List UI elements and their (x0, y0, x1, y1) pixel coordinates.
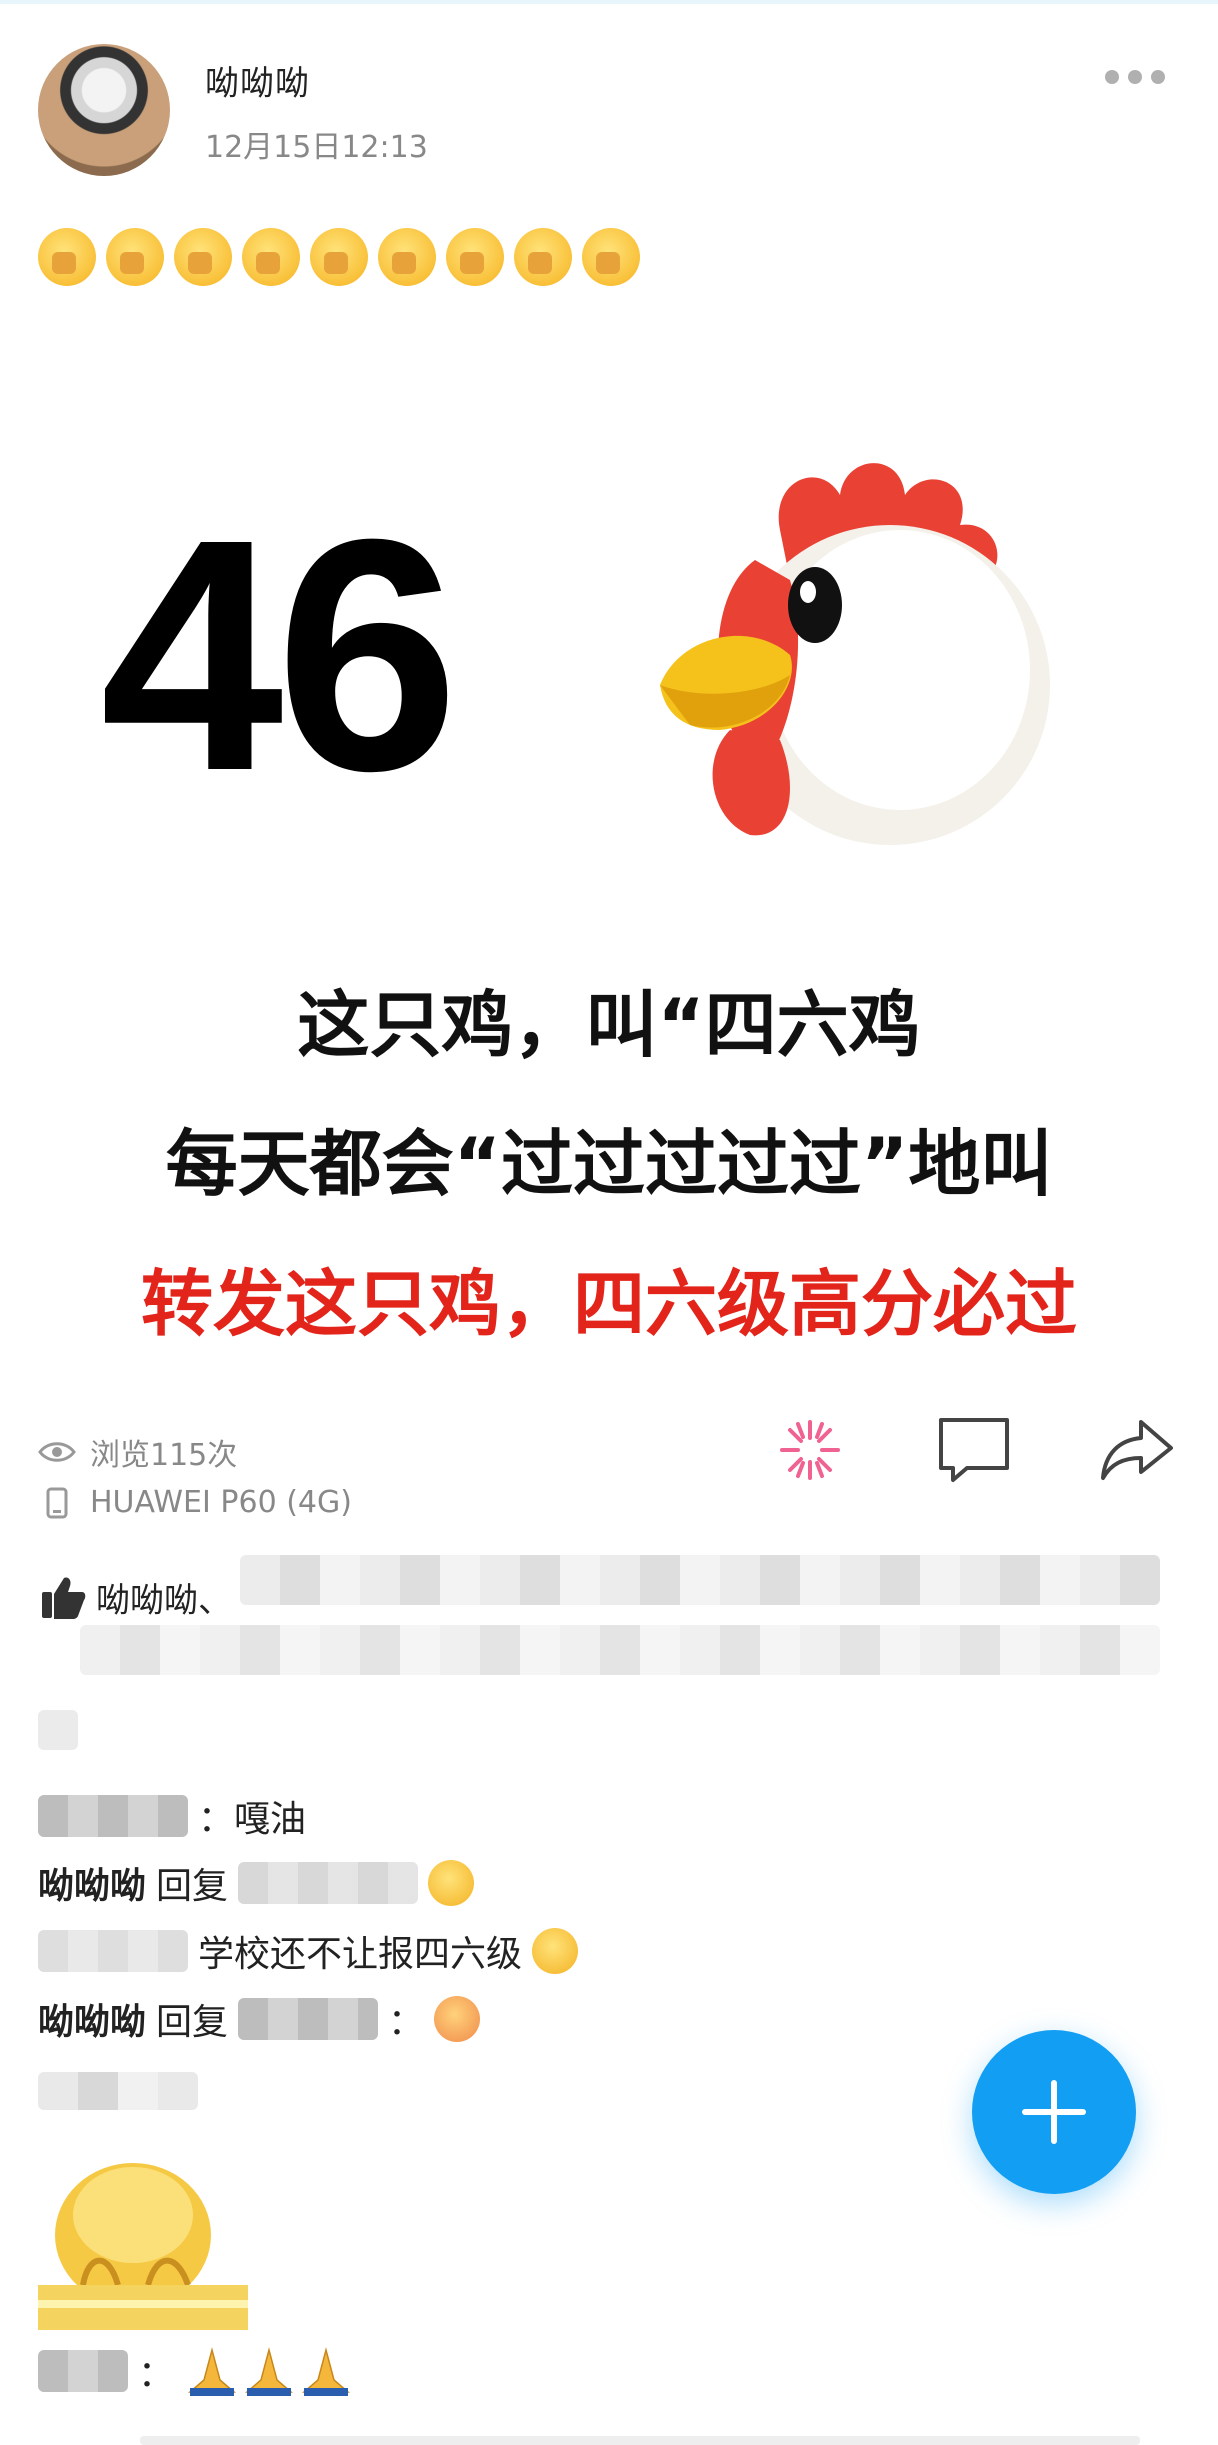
comment-text: ：嘎油 (198, 1799, 307, 1840)
pixelated-commenter (38, 2350, 128, 2392)
author-name[interactable]: 呦呦呦 (205, 56, 310, 105)
thumbs-up-icon (42, 1577, 86, 1619)
smiling-emoji-icon (532, 1928, 579, 1974)
comment-text: 学校还不让报四六级 (198, 1934, 523, 1975)
commenter-name[interactable]: 呦呦呦 (38, 1857, 146, 1909)
image-caption-line3: 转发这只鸡，四六级高分必过 (140, 1262, 1077, 1346)
comment-input-bar[interactable] (140, 2436, 1140, 2445)
crying-face-icon (378, 228, 436, 286)
view-count-label: 浏览115次 (90, 1438, 238, 1473)
fireworks-like-button[interactable] (770, 1410, 850, 1490)
smirk-emoji-icon (428, 1860, 475, 1906)
crying-face-icon (106, 228, 164, 286)
crying-face-icon (174, 228, 232, 286)
pixelated-likers (80, 1625, 1160, 1675)
more-dot-icon (1128, 70, 1142, 84)
crying-face-icon (242, 228, 300, 286)
crying-face-icon (38, 228, 96, 286)
comment-item[interactable]: 学校还不让报四六级 (38, 1925, 579, 1977)
pixelated-likers (38, 1710, 78, 1750)
pixelated-commenter (238, 1998, 379, 2040)
image-big-number: 46 (100, 470, 459, 839)
device-info: HUAWEI P60 (4G) (38, 1485, 352, 1520)
comment-separator: ： (388, 2002, 425, 2043)
comment-button[interactable] (935, 1410, 1015, 1490)
post-timestamp: 12月15日12:13 (205, 130, 428, 165)
crying-face-icon (310, 228, 368, 286)
chicken-icon (660, 463, 1050, 845)
commenter-name[interactable]: 呦呦呦 (38, 1993, 146, 2045)
comment-item[interactable]: 呦呦呦 回复 (38, 1857, 475, 1909)
phone-icon (46, 1487, 68, 1518)
device-label: HUAWEI P60 (4G) (90, 1485, 352, 1520)
top-edge (0, 0, 1218, 4)
more-dot-icon (1151, 70, 1165, 84)
reply-label: 回复 (156, 1866, 229, 1907)
pixelated-commenter (38, 2072, 198, 2110)
image-caption-line2: 每天都会“过过过过过”地叫 (165, 1122, 1053, 1206)
likers-row[interactable]: 呦呦呦、 (38, 1572, 232, 1622)
post-text-emojis (38, 228, 640, 286)
crying-face-icon (582, 228, 640, 286)
add-button[interactable] (972, 2030, 1136, 2194)
comment-separator: ： (138, 2354, 175, 2395)
first-liker-name[interactable]: 呦呦呦、 (96, 1573, 232, 1622)
eye-icon (38, 1442, 76, 1462)
more-options-button[interactable] (1100, 62, 1170, 92)
comment-item[interactable]: 呦呦呦 回复 ： (38, 1993, 481, 2045)
share-button[interactable] (1097, 1410, 1177, 1490)
crying-face-icon (446, 228, 504, 286)
crying-face-icon (514, 228, 572, 286)
view-count: 浏览115次 (38, 1430, 237, 1474)
comment-item[interactable]: ： (38, 2345, 354, 2397)
hugging-emoji-icon (434, 1996, 481, 2042)
pixelated-likers (240, 1555, 1160, 1605)
pixelated-commenter (38, 1795, 188, 1837)
comment-item[interactable]: ：嘎油 (38, 1790, 306, 1842)
pixelated-commenter (38, 1930, 188, 1972)
praying-hands-icon (187, 2347, 351, 2396)
image-caption-line1: 这只鸡，叫“四六鸡 (297, 983, 921, 1067)
sticker-image[interactable] (38, 2145, 248, 2330)
avatar[interactable] (38, 44, 170, 176)
more-dot-icon (1105, 70, 1119, 84)
reply-label: 回复 (156, 2002, 229, 2043)
pixelated-commenter (238, 1862, 419, 1904)
